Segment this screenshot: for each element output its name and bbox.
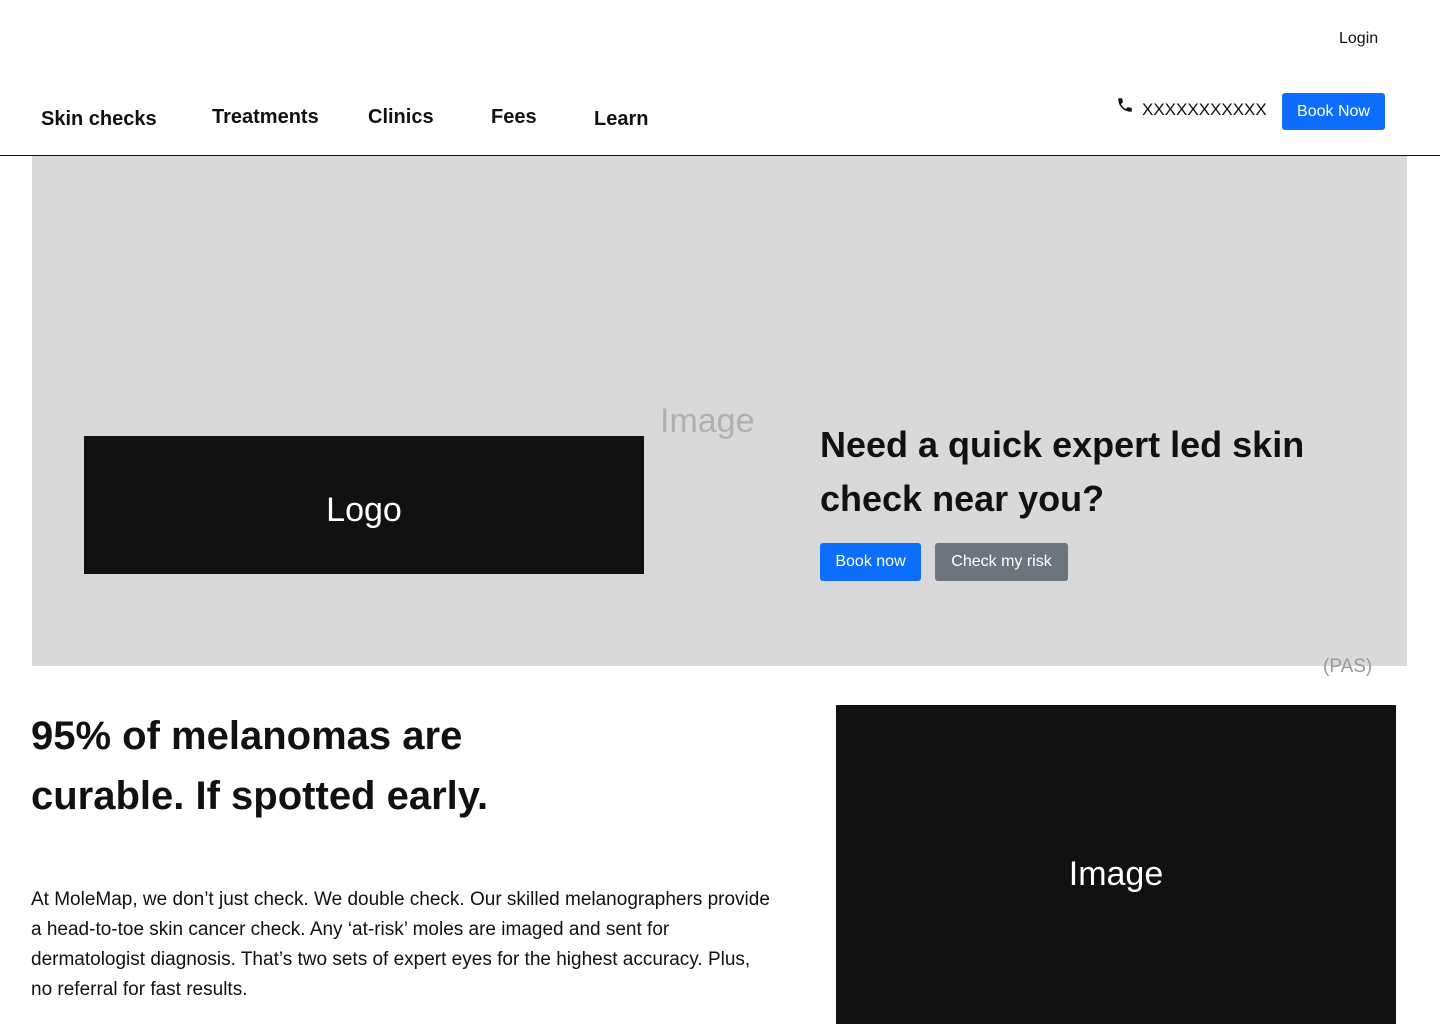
melanoma-stat-heading: 95% of melanomas are curable. If spotted…: [31, 714, 489, 818]
main-navigation: Skin checks Treatments Clinics Fees Lear…: [0, 0, 1440, 156]
hero-section: Image Logo Need a quick expert led skin …: [32, 156, 1407, 666]
book-now-button[interactable]: Book now: [820, 543, 921, 581]
nav-item-skin-checks[interactable]: Skin checks: [41, 108, 157, 131]
logo-placeholder: Logo: [84, 436, 644, 574]
nav-item-treatments[interactable]: Treatments: [212, 106, 319, 129]
content-image-label: Image: [1068, 854, 1164, 893]
phone-contact[interactable]: XXXXXXXXXXX: [1116, 98, 1267, 120]
hero-heading: Need a quick expert led skin check near …: [820, 424, 1305, 519]
content-image-placeholder: Image: [836, 705, 1396, 1024]
logo-placeholder-label: Logo: [326, 490, 402, 529]
nav-item-clinics[interactable]: Clinics: [368, 106, 434, 129]
nav-item-fees[interactable]: Fees: [491, 106, 537, 129]
hero-image-placeholder-label: Image: [660, 402, 755, 440]
intro-paragraph: At MoleMap, we don’t just check. We doub…: [31, 889, 770, 1000]
book-now-header-button[interactable]: Book Now: [1282, 93, 1385, 130]
phone-icon: [1118, 98, 1132, 112]
check-my-risk-button[interactable]: Check my risk: [935, 543, 1068, 581]
phone-number: XXXXXXXXXXX: [1142, 100, 1267, 119]
pas-label: (PAS): [1323, 656, 1373, 677]
nav-item-learn[interactable]: Learn: [594, 108, 648, 131]
